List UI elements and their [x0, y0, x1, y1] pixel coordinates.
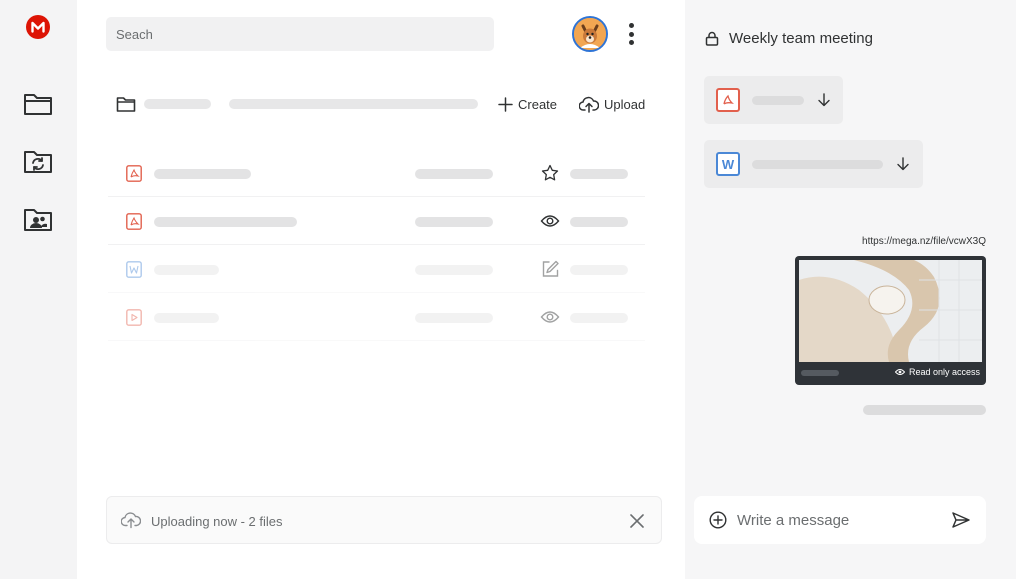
- dog-avatar-icon: [574, 18, 606, 50]
- upload-button[interactable]: Upload: [579, 94, 645, 114]
- upload-status-bar: Uploading now - 2 files: [106, 496, 662, 544]
- lock-icon: [705, 31, 719, 46]
- download-icon[interactable]: [895, 156, 911, 172]
- download-icon[interactable]: [816, 92, 832, 108]
- chat-header: Weekly team meeting: [705, 30, 873, 47]
- attachment-name-placeholder: [752, 96, 804, 105]
- folder-sync-icon: [24, 151, 52, 173]
- avatar[interactable]: [572, 16, 608, 52]
- folder-icon: [24, 94, 52, 115]
- message-input[interactable]: [737, 508, 937, 532]
- send-icon[interactable]: [951, 511, 971, 529]
- file-meta-placeholder: [415, 217, 493, 227]
- eye-icon[interactable]: [540, 307, 560, 327]
- plus-icon: [498, 96, 513, 112]
- attachment-name-placeholder: [752, 160, 883, 169]
- file-row[interactable]: [108, 245, 645, 293]
- shared-link-url[interactable]: https://mega.nz/file/vcwX3Q: [862, 236, 986, 247]
- upload-label: Upload: [604, 96, 646, 112]
- upload-status-text: Uploading now - 2 files: [151, 514, 283, 529]
- pdf-file-icon: [716, 88, 740, 112]
- search-input[interactable]: [106, 17, 494, 51]
- word-file-icon: W: [716, 152, 740, 176]
- rail-item-cloud-drive[interactable]: [22, 89, 54, 119]
- action-placeholder: [570, 217, 628, 227]
- create-button[interactable]: Create: [498, 94, 557, 114]
- pdf-file-icon: [126, 165, 142, 182]
- path-placeholder: [229, 99, 478, 109]
- chat-panel: Weekly team meeting W https://mega.nz/fi…: [685, 0, 1016, 579]
- eye-icon: [894, 369, 905, 375]
- rail-item-sync[interactable]: [22, 147, 54, 177]
- preview-placeholder: [801, 370, 839, 376]
- word-file-icon: [126, 261, 142, 278]
- mega-logo[interactable]: [26, 15, 50, 39]
- left-rail: [0, 0, 77, 579]
- breadcrumb-folder-icon: [116, 97, 136, 112]
- action-placeholder: [570, 265, 628, 275]
- folder-users-icon: [24, 209, 52, 231]
- file-name-placeholder: [154, 265, 219, 275]
- add-circle-icon[interactable]: [709, 511, 727, 529]
- file-name-placeholder: [154, 217, 297, 227]
- action-placeholder: [570, 169, 628, 179]
- file-row[interactable]: [108, 197, 645, 245]
- edit-icon[interactable]: [540, 259, 560, 279]
- video-file-icon: [126, 309, 142, 326]
- attachment-word[interactable]: W: [704, 140, 923, 188]
- attachment-pdf[interactable]: [704, 76, 843, 124]
- create-label: Create: [518, 96, 558, 112]
- star-icon[interactable]: [540, 163, 560, 183]
- file-row[interactable]: [108, 149, 645, 197]
- pdf-file-icon: [126, 213, 142, 230]
- message-placeholder: [863, 405, 986, 415]
- more-vertical-icon[interactable]: [623, 20, 639, 48]
- cloud-upload-icon: [579, 96, 599, 113]
- file-meta-placeholder: [415, 313, 493, 323]
- action-placeholder: [570, 313, 628, 323]
- rail-item-shared[interactable]: [22, 205, 54, 235]
- file-meta-placeholder: [415, 169, 493, 179]
- message-composer: [694, 496, 986, 544]
- file-name-placeholder: [154, 313, 219, 323]
- link-preview-card[interactable]: Read only access: [795, 256, 986, 385]
- chat-title: Weekly team meeting: [729, 30, 873, 47]
- mega-logo-icon: [31, 21, 45, 33]
- breadcrumb-placeholder: [144, 99, 211, 109]
- close-icon[interactable]: [629, 513, 645, 529]
- link-preview-image: [799, 260, 982, 362]
- file-name-placeholder: [154, 169, 251, 179]
- read-only-badge: Read only access: [894, 367, 980, 377]
- file-row[interactable]: [108, 293, 645, 341]
- eye-icon[interactable]: [540, 211, 560, 231]
- file-meta-placeholder: [415, 265, 493, 275]
- file-browser: Create Upload: [77, 0, 685, 579]
- cloud-upload-icon: [121, 512, 141, 529]
